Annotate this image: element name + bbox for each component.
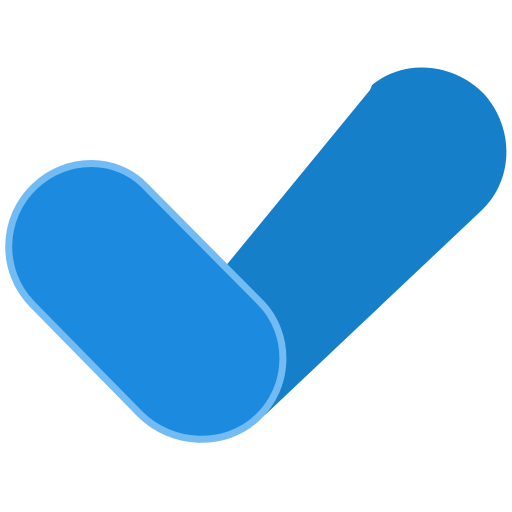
- checkmark-short-stroke: [5, 160, 287, 443]
- icon-canvas: [0, 0, 512, 512]
- checkmark-icon: [5, 67, 507, 443]
